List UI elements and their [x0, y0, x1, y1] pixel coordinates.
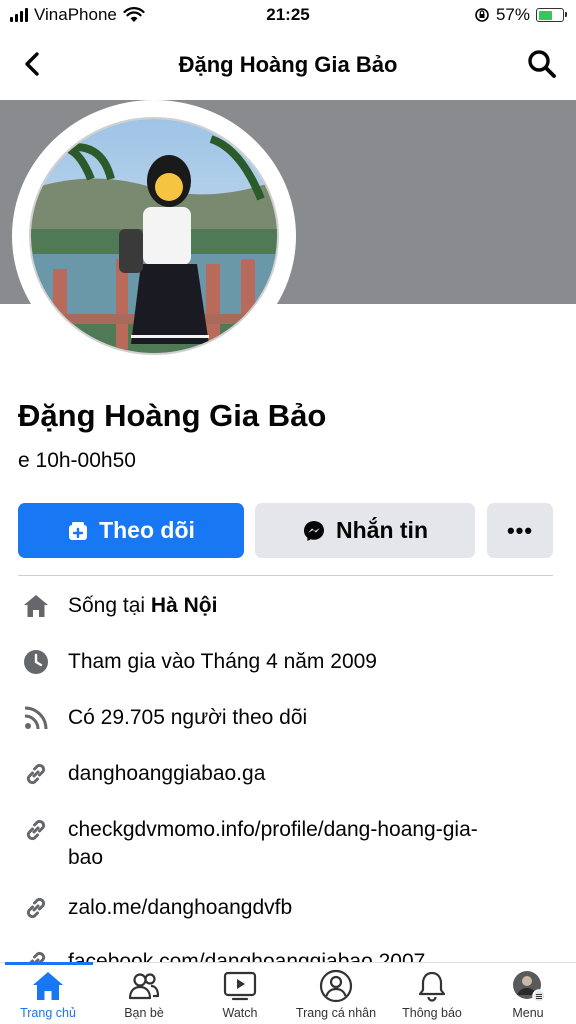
message-label: Nhắn tin: [336, 517, 428, 543]
follow-button[interactable]: Theo dõi: [18, 503, 244, 558]
battery-icon: [536, 8, 567, 22]
home-icon: [24, 595, 48, 617]
message-button[interactable]: Nhắn tin: [255, 503, 475, 558]
menu-avatar-icon: [513, 971, 546, 1003]
lives-city[interactable]: Hà Nội: [151, 594, 218, 617]
profile-avatar[interactable]: [29, 117, 279, 355]
more-button[interactable]: •••: [487, 503, 553, 558]
link-4-text[interactable]: facebook.com/danghoanggiabao.2007: [68, 948, 556, 962]
friends-icon: [128, 973, 160, 1000]
avatar-photo: [31, 119, 277, 353]
search-icon[interactable]: [526, 48, 558, 80]
detail-link-4[interactable]: facebook.com/danghoanggiabao.2007: [0, 948, 576, 962]
tab-profile[interactable]: Trang cá nhân: [288, 969, 384, 1020]
profile-name: Đặng Hoàng Gia Bảo: [18, 398, 327, 433]
nav-bar: Đặng Hoàng Gia Bảo: [0, 30, 576, 98]
link-icon: [29, 951, 46, 962]
profile-icon: [319, 969, 353, 1003]
divider: [18, 575, 553, 576]
detail-lives-text: Sống tại Hà Nội: [68, 594, 218, 617]
tab-watch[interactable]: Watch: [192, 969, 288, 1020]
follow-label: Theo dõi: [99, 517, 195, 543]
bell-icon: [418, 971, 446, 1002]
active-tab-indicator: [5, 962, 93, 965]
tab-friends[interactable]: Bạn bè: [96, 969, 192, 1020]
clock-icon: [24, 650, 48, 674]
link-icon: [26, 819, 46, 841]
status-bar: VinaPhone 21:25 57%: [0, 0, 576, 30]
link-2-text[interactable]: checkgdvmomo.info/profile/dang-hoang-gia…: [68, 816, 556, 872]
tab-menu[interactable]: Menu: [480, 969, 576, 1020]
battery-percent: 57%: [495, 5, 530, 24]
page-title: Đặng Hoàng Gia Bảo: [178, 52, 398, 77]
orientation-lock-icon: [475, 8, 489, 22]
link-1-text[interactable]: danghoanggiabao.ga: [68, 760, 556, 788]
bottom-tab-bar: Trang chủ Bạn bè Watch Trang cá nhân Thô…: [0, 962, 576, 1024]
follow-icon: [69, 521, 88, 540]
link-icon: [26, 763, 46, 785]
tab-notifications[interactable]: Thông báo: [384, 969, 480, 1020]
detail-followers-text: Có 29.705 người theo dõi: [68, 706, 308, 729]
messenger-icon: [304, 520, 324, 541]
link-icon: [26, 897, 46, 919]
more-icon: •••: [506, 517, 534, 543]
back-icon[interactable]: [18, 48, 48, 80]
profile-subtitle: e 10h-00h50: [18, 449, 136, 472]
link-3-text[interactable]: zalo.me/danghoangdvfb: [68, 894, 556, 922]
tab-home[interactable]: Trang chủ: [0, 969, 96, 1020]
detail-joined-text: Tham gia vào Tháng 4 năm 2009: [68, 650, 377, 673]
status-right: 57%: [474, 5, 567, 25]
watch-icon: [223, 971, 257, 1001]
rss-icon: [24, 706, 48, 730]
home-icon: [33, 972, 63, 1000]
